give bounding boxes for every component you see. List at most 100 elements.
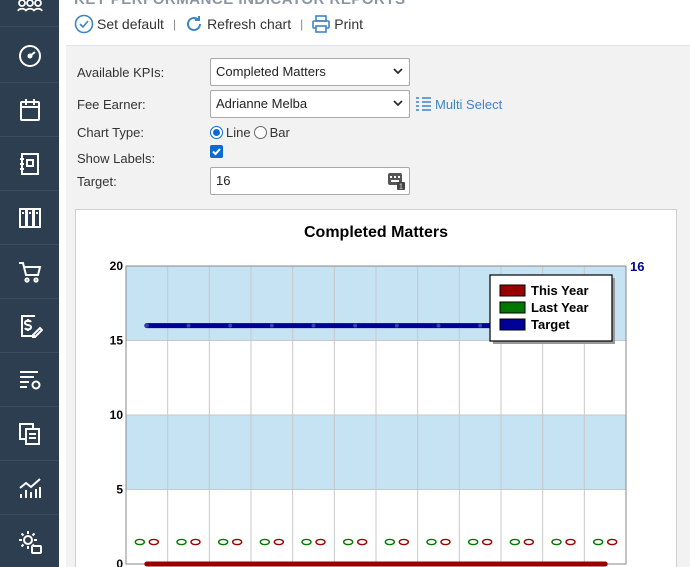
chevron-down-icon	[393, 100, 403, 107]
y-tick-label: 20	[110, 259, 124, 273]
list-icon	[416, 97, 431, 111]
kpi-label: Available KPIs:	[77, 65, 165, 80]
set-default-button[interactable]: Set default	[74, 14, 164, 34]
legend-label: This Year	[531, 283, 589, 298]
last-year-data-label	[176, 538, 187, 546]
chart-type-line-label: Line	[226, 125, 251, 140]
copy-icon	[18, 423, 40, 445]
this-year-data-label	[273, 538, 285, 546]
sidebar-item-shopping[interactable]	[0, 246, 59, 299]
kpi-line-chart: 0 5 10 15 20 16 This Year Last Year Target	[110, 259, 645, 567]
chart-type-radio-group: Line Bar	[210, 125, 290, 140]
multi-select-label: Multi Select	[435, 96, 503, 112]
page-title: KEY PERFORMANCE INDICATOR REPORTS	[74, 0, 406, 8]
refresh-chart-button[interactable]: Refresh chart	[184, 14, 291, 34]
target-point	[353, 323, 358, 328]
legend-swatch	[499, 318, 526, 331]
refresh-chart-label: Refresh chart	[207, 16, 292, 32]
set-default-label: Set default	[97, 16, 164, 32]
billing-icon	[20, 315, 43, 338]
checkmark-icon	[212, 148, 221, 156]
print-label: Print	[334, 16, 364, 32]
chevron-down-icon	[393, 68, 403, 75]
y-tick-label: 10	[110, 408, 124, 422]
calendar-icon	[19, 99, 40, 121]
last-year-data-label	[551, 538, 562, 546]
sidebar-item-calendar[interactable]	[0, 84, 59, 137]
this-year-data-label	[565, 538, 576, 546]
kpi-form-panel: Available KPIs: Completed Matters Fee Ea…	[66, 46, 690, 567]
target-point	[228, 323, 233, 328]
legend-label: Target	[531, 317, 570, 332]
last-year-data-label	[592, 538, 604, 546]
target-point	[311, 323, 316, 328]
last-year-data-label	[301, 538, 312, 546]
multi-select-button[interactable]: Multi Select	[415, 96, 502, 112]
target-label: Target:	[77, 174, 117, 189]
legend-swatch	[499, 301, 526, 314]
toolbar-separator: |	[172, 17, 177, 31]
this-year-data-label	[398, 538, 410, 546]
cart-icon	[18, 262, 41, 283]
this-year-data-label	[190, 538, 201, 546]
sidebar-item-settings[interactable]	[0, 516, 59, 567]
svg-text:1: 1	[399, 184, 403, 191]
last-year-data-label	[259, 538, 271, 546]
this-year-data-label	[523, 538, 535, 546]
this-year-data-label	[148, 538, 160, 546]
last-year-data-label	[426, 538, 437, 546]
show-labels-checkbox[interactable]	[210, 145, 223, 158]
chart-type-bar-radio[interactable]	[253, 126, 267, 139]
chart-type-label: Chart Type:	[77, 125, 144, 140]
document-icon	[19, 153, 39, 175]
last-year-data-label	[342, 538, 354, 546]
y-tick-label: 15	[110, 334, 124, 348]
sidebar-item-analytics[interactable]	[0, 462, 59, 515]
sidebar-item-copy[interactable]	[0, 408, 59, 461]
last-year-data-label	[384, 538, 396, 546]
kpi-select[interactable]: Completed Matters	[210, 58, 410, 86]
this-year-data-label	[231, 538, 243, 546]
list-settings-icon	[19, 371, 40, 390]
sidebar-item-library[interactable]	[0, 192, 59, 245]
sidebar-item-list-settings[interactable]	[0, 354, 59, 407]
people-icon	[16, 0, 43, 12]
y-tick-label: 5	[116, 483, 123, 497]
target-point	[269, 323, 274, 328]
target-point	[436, 323, 441, 328]
sidebar-item-people[interactable]	[0, 0, 59, 27]
this-year-data-label	[356, 538, 368, 546]
sidebar-item-dashboard[interactable]	[0, 30, 59, 83]
toolbar: Set default | Refresh chart | Print	[74, 12, 363, 36]
refresh-icon	[187, 16, 202, 31]
last-year-data-label	[509, 538, 521, 546]
target-input[interactable]: 16 1	[210, 167, 410, 195]
sidebar-item-billing[interactable]	[0, 300, 59, 353]
toolbar-separator: |	[300, 17, 304, 31]
sidebar-item-documents[interactable]	[0, 138, 59, 191]
dashboard-icon	[18, 45, 41, 67]
fee-earner-select-value: Adrianne Melba	[216, 96, 308, 111]
y-tick-label: 0	[116, 557, 123, 567]
target-input-value: 16	[216, 173, 231, 188]
print-button[interactable]: Print	[311, 14, 363, 34]
last-year-data-label	[134, 538, 146, 546]
last-year-data-label	[217, 538, 229, 546]
chart-type-line-radio[interactable]	[210, 126, 223, 139]
fee-earner-select[interactable]: Adrianne Melba	[210, 90, 410, 118]
this-year-data-label	[481, 538, 493, 546]
printer-icon	[312, 15, 331, 33]
library-icon	[18, 208, 41, 228]
sidebar	[0, 0, 59, 567]
this-year-data-label	[606, 538, 618, 546]
legend-swatch	[499, 284, 526, 297]
keyboard-icon[interactable]: 1	[388, 173, 405, 190]
last-year-data-label	[467, 538, 479, 546]
target-point	[394, 323, 399, 328]
chart-container: Completed Matters 0 5 10 15 20 16 This Year Las…	[75, 209, 677, 567]
target-point	[144, 323, 149, 328]
target-point	[478, 323, 483, 328]
settings-icon	[18, 531, 42, 554]
legend-label: Last Year	[531, 300, 589, 315]
chart-type-bar-label: Bar	[269, 125, 290, 140]
